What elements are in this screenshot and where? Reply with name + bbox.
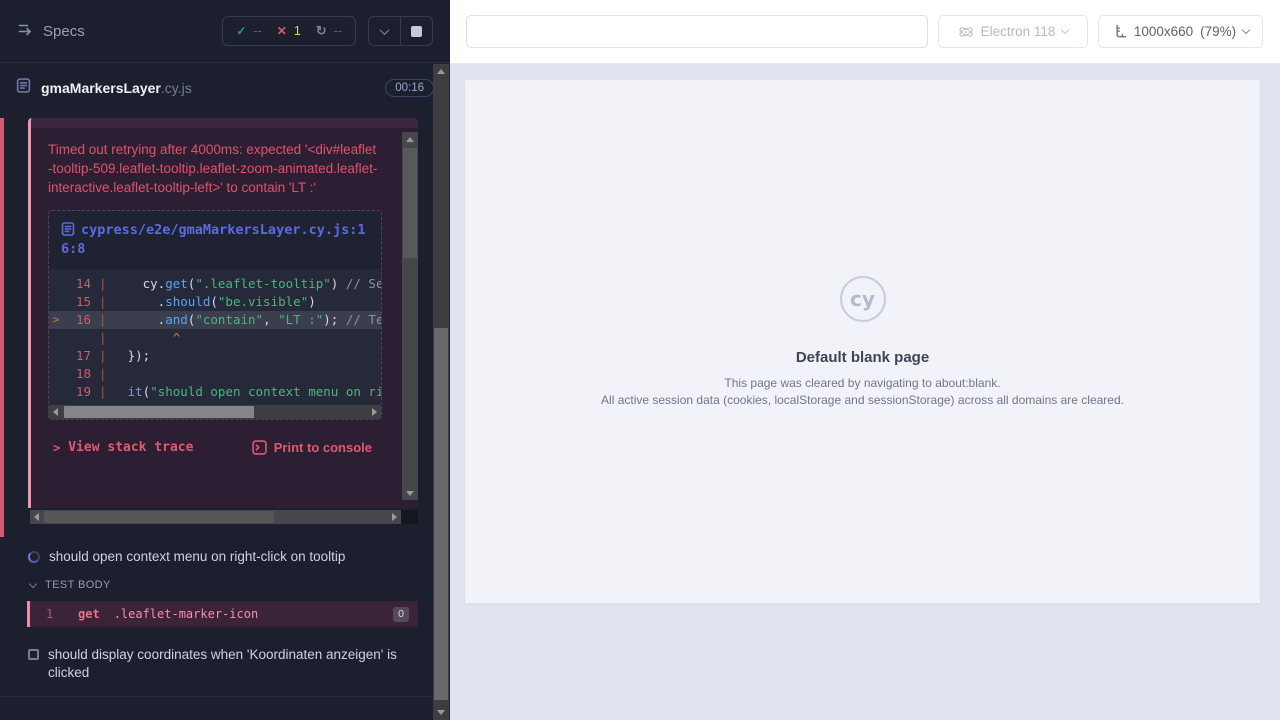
command-method: get	[78, 607, 100, 621]
error-message: Timed out retrying after 4000ms: expecte…	[48, 140, 378, 197]
stat-failed: ✕ 1	[277, 24, 301, 38]
chevron-down-icon	[380, 25, 390, 35]
test-stats: ✓ -- ✕ 1 ↻ --	[222, 16, 356, 46]
test-title: should display coordinates when 'Koordin…	[48, 646, 404, 682]
failed-count: 1	[294, 24, 301, 38]
scroll-up-arrow[interactable]	[433, 64, 449, 79]
test-body-toggle[interactable]: TEST BODY	[0, 573, 450, 597]
failed-test-section: Timed out retrying after 4000ms: expecte…	[0, 118, 450, 537]
test-item-pending[interactable]: should display coordinates when 'Koordin…	[0, 641, 450, 687]
command-log-row[interactable]: 1 get .leaflet-marker-icon 0	[27, 601, 418, 627]
scroll-right-arrow[interactable]	[368, 405, 381, 419]
collapse-button[interactable]	[369, 17, 400, 45]
cypress-runner-window: Specs ✓ -- ✕ 1 ↻ --	[0, 0, 1280, 720]
viewport-selector[interactable]: 1000x660 (79%)	[1098, 15, 1263, 48]
command-count-badge: 0	[393, 607, 409, 622]
aut-iframe: cy Default blank page This page was clea…	[465, 80, 1260, 603]
error-panel: Timed out retrying after 4000ms: expecte…	[28, 118, 418, 508]
passed-count: --	[253, 24, 261, 38]
error-vertical-scrollbar[interactable]	[402, 132, 418, 500]
code-line: 17| });	[49, 347, 381, 365]
chevron-down-icon	[29, 579, 37, 587]
scrollbar-corner	[401, 510, 418, 524]
code-line: | ^	[49, 329, 381, 347]
code-horizontal-scrollbar[interactable]	[49, 405, 381, 419]
view-stack-trace-button[interactable]: > View stack trace	[53, 440, 193, 455]
code-line: 15| .should("be.visible")	[49, 293, 381, 311]
scroll-down-arrow[interactable]	[402, 486, 418, 500]
check-icon: ✓	[236, 24, 246, 38]
code-line: 14| cy.get(".leaflet-tooltip") // Sele	[49, 275, 381, 293]
scroll-left-arrow[interactable]	[49, 405, 62, 419]
specs-menu-icon	[17, 21, 33, 41]
aut-header: Electron 118 1000x660 (79%)	[450, 0, 1280, 64]
browser-selector[interactable]: Electron 118	[938, 15, 1088, 48]
scrollbar-thumb[interactable]	[44, 511, 274, 523]
stop-icon	[411, 26, 422, 37]
scroll-right-arrow[interactable]	[388, 510, 401, 524]
command-number: 1	[46, 607, 66, 621]
url-input[interactable]	[466, 15, 928, 48]
file-icon	[61, 222, 75, 236]
command-target: .leaflet-marker-icon	[114, 607, 259, 621]
viewport-zoom: (79%)	[1200, 24, 1236, 39]
code-frame: cypress/e2e/gmaMarkersLayer.cy.js:16:8 1…	[48, 210, 382, 420]
restart-icon: ↻	[316, 23, 327, 39]
stop-button[interactable]	[401, 17, 432, 45]
chevron-right-icon: >	[53, 441, 60, 455]
error-horizontal-scrollbar[interactable]	[30, 510, 401, 524]
test-item-running[interactable]: should open context menu on right-click …	[0, 543, 450, 571]
electron-icon	[958, 24, 974, 40]
spec-timer: 00:16	[385, 79, 434, 97]
console-icon	[252, 440, 267, 455]
specs-menu[interactable]: Specs	[17, 21, 85, 41]
reporter-panel: Specs ✓ -- ✕ 1 ↻ --	[0, 0, 450, 720]
scrollbar-thumb[interactable]	[64, 406, 254, 418]
blank-page-title: Default blank page	[796, 349, 929, 366]
ruler-icon	[1112, 24, 1127, 39]
spec-row[interactable]: gmaMarkersLayer.cy.js 00:16	[0, 63, 450, 113]
scroll-left-arrow[interactable]	[30, 510, 43, 524]
pending-count: --	[334, 24, 342, 38]
chevron-down-icon	[1061, 26, 1069, 34]
spec-extension: .cy.js	[161, 80, 192, 96]
error-panel-top-bar	[31, 118, 418, 128]
running-spinner-icon	[28, 551, 40, 563]
blank-page-message-2: All active session data (cookies, localS…	[601, 392, 1124, 408]
print-to-console-button[interactable]: Print to console	[252, 440, 372, 455]
viewport-size: 1000x660	[1134, 24, 1193, 39]
scroll-up-arrow[interactable]	[402, 132, 418, 146]
list-separator	[0, 696, 450, 697]
runner-controls	[368, 16, 433, 46]
failed-indicator-strip	[0, 118, 4, 537]
stat-pending: ↻ --	[316, 23, 342, 39]
aut-stage: cy Default blank page This page was clea…	[450, 64, 1280, 720]
stat-passed: ✓ --	[236, 24, 261, 38]
aut-panel: Electron 118 1000x660 (79%) cy Default b…	[450, 0, 1280, 720]
scrollbar-thumb[interactable]	[434, 328, 448, 700]
blank-page-message-1: This page was cleared by navigating to a…	[724, 375, 1000, 391]
reporter-header: Specs ✓ -- ✕ 1 ↻ --	[0, 0, 450, 63]
chevron-down-icon	[1242, 26, 1250, 34]
code-frame-lines: 14| cy.get(".leaflet-tooltip") // Sele15…	[49, 269, 381, 405]
spec-file-icon	[16, 78, 31, 98]
test-body-label: TEST BODY	[45, 579, 111, 591]
code-line: 19| it("should open context menu on righ…	[49, 383, 381, 401]
x-icon: ✕	[277, 24, 287, 38]
test-title: should open context menu on right-click …	[49, 548, 345, 566]
scrollbar-thumb[interactable]	[403, 148, 417, 258]
reporter-scrollbar[interactable]	[433, 64, 449, 720]
error-file-link[interactable]: cypress/e2e/gmaMarkersLayer.cy.js:16:8	[49, 211, 381, 269]
specs-title: Specs	[43, 23, 85, 40]
code-line: >16| .and("contain", "LT :"); // Test	[49, 311, 381, 329]
code-line: 18|	[49, 365, 381, 383]
cypress-logo: cy	[840, 276, 886, 322]
spec-name: gmaMarkersLayer.cy.js	[41, 80, 192, 96]
error-actions: > View stack trace Print to console	[48, 440, 398, 455]
scroll-down-arrow[interactable]	[433, 705, 449, 720]
pending-square-icon	[28, 649, 39, 660]
browser-label: Electron 118	[981, 24, 1056, 39]
